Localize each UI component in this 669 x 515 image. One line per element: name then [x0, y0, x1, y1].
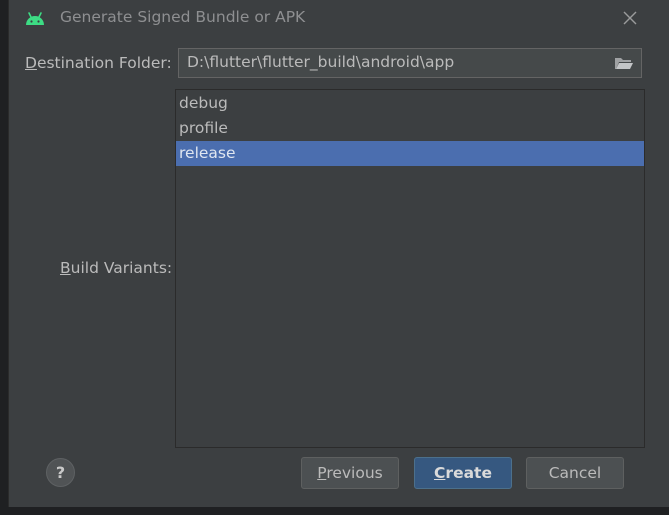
destination-folder-value: D:\flutter\flutter_build\android\app	[187, 53, 455, 71]
signed-bundle-dialog: Generate Signed Bundle or APK Destinatio…	[8, 0, 669, 507]
build-variants-label-text: uild Variants:	[70, 259, 173, 277]
build-variants-list[interactable]: debug profile release	[175, 89, 645, 448]
close-icon[interactable]	[621, 9, 639, 27]
variant-item-debug[interactable]: debug	[176, 91, 644, 116]
destination-folder-label: Destination Folder:	[25, 54, 172, 72]
destination-label-text: estination Folder:	[36, 54, 172, 72]
destination-folder-input[interactable]: D:\flutter\flutter_build\android\app	[178, 48, 642, 78]
previous-mnemonic: P	[317, 464, 327, 482]
destination-mnemonic: D	[25, 54, 37, 72]
help-button[interactable]: ?	[46, 458, 75, 487]
title-bar: Generate Signed Bundle or APK	[9, 0, 669, 36]
dialog-title: Generate Signed Bundle or APK	[60, 8, 306, 26]
android-icon	[26, 12, 44, 25]
folder-open-icon[interactable]	[614, 55, 634, 71]
previous-label: revious	[326, 464, 383, 482]
previous-button[interactable]: Previous	[301, 457, 399, 489]
create-label: reate	[445, 464, 492, 482]
create-mnemonic: C	[434, 464, 446, 482]
variant-item-release[interactable]: release	[176, 141, 644, 166]
build-variants-mnemonic: B	[60, 259, 71, 277]
variant-item-profile[interactable]: profile	[176, 116, 644, 141]
build-variants-label: Build Variants:	[60, 259, 172, 277]
create-button[interactable]: Create	[414, 457, 512, 489]
cancel-button[interactable]: Cancel	[526, 457, 624, 489]
